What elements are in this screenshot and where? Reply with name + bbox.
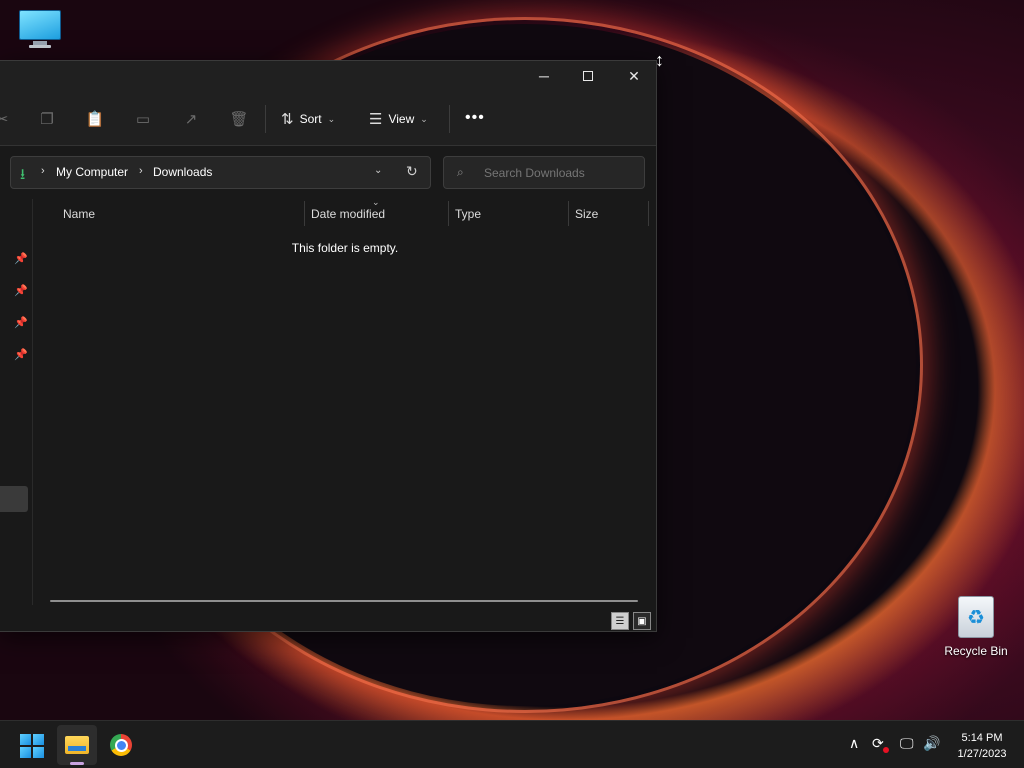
recycle-bin-label: Recycle Bin (944, 644, 1008, 658)
monitor-icon (19, 10, 61, 40)
column-header-name[interactable]: Name (63, 207, 95, 221)
this-pc-desktop-icon[interactable] (14, 10, 66, 54)
navigation-pane: 📌 📌 📌 📌 (0, 199, 30, 607)
monitor-base (29, 45, 51, 48)
details-view-button[interactable]: ☰ (611, 612, 629, 630)
sort-icon: ⇅ (281, 111, 294, 128)
recycle-bin-desktop-icon[interactable]: ♻ Recycle Bin (940, 596, 1012, 658)
breadcrumb-downloads[interactable]: Downloads (153, 165, 212, 179)
title-bar[interactable]: ─ ✕ (0, 61, 656, 91)
paste-icon[interactable]: 📋 (85, 109, 105, 129)
pin-icon[interactable]: 📌 (14, 348, 28, 361)
recycle-bin-icon: ♻ (958, 596, 994, 638)
large-icons-view-button[interactable]: ▣ (633, 612, 651, 630)
view-label: View (388, 112, 415, 126)
sort-label: Sort (299, 112, 322, 126)
toolbar-divider (265, 105, 266, 133)
network-icon[interactable]: 🖵 (900, 735, 914, 752)
resize-cursor-icon: ↕ (655, 50, 664, 70)
clock-time: 5:14 PM (961, 732, 1003, 744)
notification-badge (883, 747, 889, 753)
column-divider[interactable] (568, 201, 569, 226)
refresh-icon[interactable]: ↻ (406, 163, 418, 180)
volume-icon[interactable]: 🔊 (923, 735, 940, 752)
pane-divider[interactable] (32, 199, 33, 605)
taskbar-file-explorer[interactable] (57, 725, 97, 765)
minimize-button[interactable]: ─ (521, 61, 567, 91)
more-options-button[interactable]: ••• (465, 109, 485, 127)
view-icon: ☰ (369, 111, 383, 128)
sync-icon[interactable]: ⟳ (872, 735, 884, 752)
cut-icon[interactable]: ✂ (0, 109, 12, 129)
delete-icon[interactable]: 🗑 (229, 109, 249, 129)
column-header-size[interactable]: Size (575, 207, 598, 221)
share-icon[interactable]: ↗ (181, 109, 201, 129)
column-header-date-modified[interactable]: Date modified (311, 207, 385, 221)
clock-date: 1/27/2023 (957, 748, 1007, 760)
address-bar[interactable]: ⭳ › My Computer › Downloads ⌄ ↻ (10, 156, 431, 189)
start-button[interactable] (20, 734, 44, 758)
rename-icon[interactable]: ▭ (133, 109, 153, 129)
command-bar: ✂ ❐ 📋 ▭ ↗ 🗑 ⇅ Sort ⌄ ☰ View ⌄ ••• (0, 91, 656, 146)
search-icon: ⌕ (457, 165, 464, 179)
chrome-icon (110, 734, 132, 756)
column-divider[interactable] (448, 201, 449, 226)
view-button[interactable]: ☰ View ⌄ (369, 109, 428, 129)
pin-icon[interactable]: 📌 (14, 284, 28, 297)
breadcrumb-separator-icon[interactable]: › (139, 165, 143, 177)
folder-icon (65, 736, 89, 754)
chevron-down-icon: ⌄ (327, 113, 336, 124)
maximize-button[interactable] (565, 61, 611, 91)
horizontal-scrollbar[interactable] (50, 600, 638, 602)
file-explorer-window: ─ ✕ ✂ ❐ 📋 ▭ ↗ 🗑 ⇅ Sort ⌄ ☰ View ⌄ ••• ⭳ … (0, 60, 657, 632)
windows-logo-tile (20, 747, 31, 758)
address-history-chevron-icon[interactable]: ⌄ (374, 165, 382, 176)
nav-selected-item[interactable] (0, 486, 28, 512)
taskbar: ∧ ⟳ 🖵 🔊 5:14 PM 1/27/2023 (0, 720, 1024, 768)
chevron-down-icon: ⌄ (420, 113, 428, 124)
sort-button[interactable]: ⇅ Sort ⌄ (281, 109, 335, 129)
chevron-up-icon[interactable]: ∧ (849, 735, 859, 752)
close-button[interactable]: ✕ (611, 61, 657, 91)
active-app-indicator (70, 762, 84, 765)
pin-icon[interactable]: 📌 (14, 316, 28, 329)
column-divider[interactable] (648, 201, 649, 226)
copy-icon[interactable]: ❐ (37, 109, 57, 129)
breadcrumb-my-computer[interactable]: My Computer (56, 165, 128, 179)
windows-logo-tile (33, 734, 44, 745)
empty-folder-message: This folder is empty. (291, 241, 399, 255)
search-box[interactable]: ⌕ (443, 156, 645, 189)
maximize-icon (583, 71, 593, 81)
windows-logo-tile (20, 734, 31, 745)
search-input[interactable] (484, 166, 634, 180)
download-icon: ⭳ (20, 166, 26, 183)
column-header-type[interactable]: Type (455, 207, 481, 221)
taskbar-chrome[interactable] (101, 725, 141, 765)
column-divider[interactable] (304, 201, 305, 226)
toolbar-divider (449, 105, 450, 133)
breadcrumb-separator-icon[interactable]: › (41, 165, 45, 177)
system-clock[interactable]: 5:14 PM 1/27/2023 (946, 730, 1018, 762)
windows-logo-tile (33, 747, 44, 758)
